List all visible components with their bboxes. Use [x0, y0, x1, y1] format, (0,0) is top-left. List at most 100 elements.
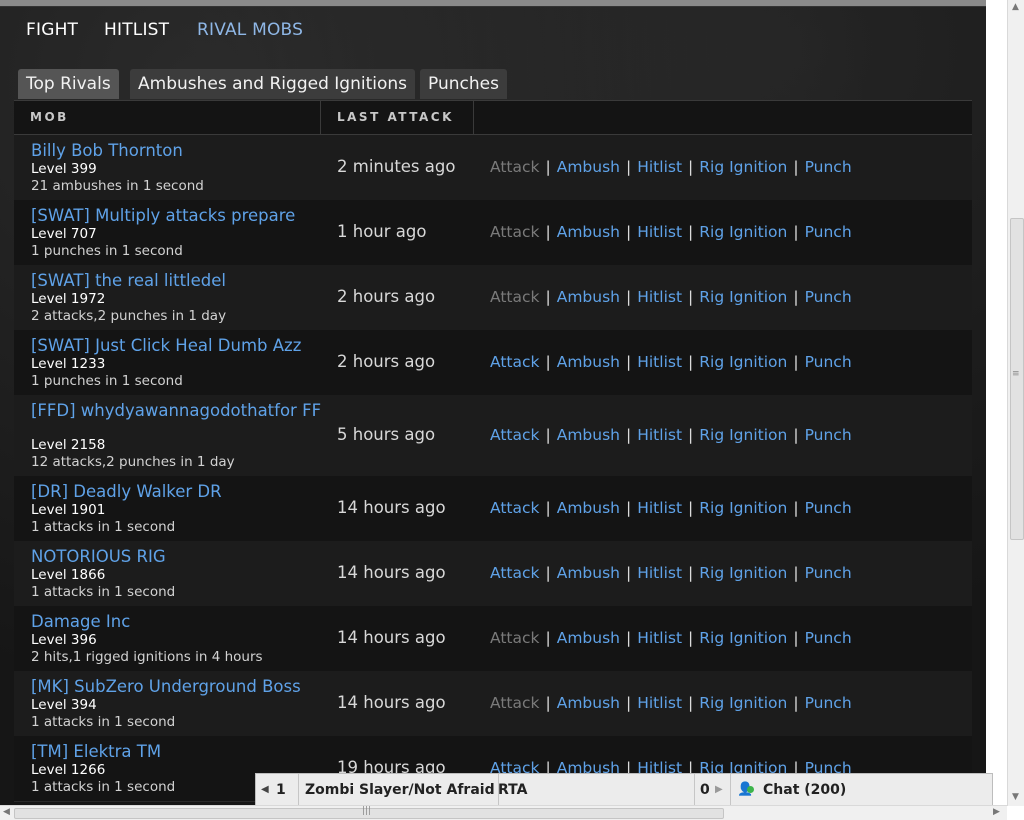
punch-link[interactable]: Punch [805, 499, 852, 517]
action-separator: | [625, 499, 632, 517]
left-arrow-icon[interactable]: ◀ [261, 774, 269, 806]
page-count: 1 [276, 782, 286, 798]
game-window: FIGHT HITLIST RIVAL MOBS Top Rivals Ambu… [0, 0, 986, 805]
mob-fight-stats: 1 punches in 1 second [31, 373, 183, 389]
mob-fight-stats: 12 attacks,2 punches in 1 day [31, 454, 235, 470]
mob-name-link[interactable]: [FFD] whydyawannagodothatfor FF [31, 402, 323, 420]
attack-link: Attack [490, 629, 540, 647]
action-separator: | [793, 426, 799, 444]
action-separator: | [545, 288, 551, 306]
punch-link[interactable]: Punch [805, 288, 852, 306]
hitlist-link[interactable]: Hitlist [637, 564, 682, 582]
mob-level: Level 1972 [31, 291, 106, 307]
mob-name-link[interactable]: Damage Inc [31, 613, 323, 631]
tab-punches[interactable]: Punches [420, 69, 507, 99]
action-separator: | [793, 223, 799, 241]
hitlist-link[interactable]: Hitlist [637, 426, 682, 444]
mob-fight-stats: 21 ambushes in 1 second [31, 178, 204, 194]
nav-rival-mobs[interactable]: RIVAL MOBS [197, 20, 303, 40]
mob-name-link[interactable]: [MK] SubZero Underground Boss [31, 678, 323, 696]
ambush-link[interactable]: Ambush [557, 426, 620, 444]
tab-top-rivals[interactable]: Top Rivals [18, 69, 119, 99]
scroll-down-icon[interactable]: ▼ [1012, 792, 1019, 802]
ambush-link[interactable]: Ambush [557, 158, 620, 176]
ambush-link[interactable]: Ambush [557, 353, 620, 371]
table-row: [DR] Deadly Walker DR Level 1901 1 attacks… [14, 476, 972, 542]
rig-ignition-link[interactable]: Rig Ignition [699, 629, 787, 647]
tab-ambushes-rigged-ignitions[interactable]: Ambushes and Rigged Ignitions [130, 69, 415, 99]
rig-ignition-link[interactable]: Rig Ignition [699, 288, 787, 306]
rig-ignition-link[interactable]: Rig Ignition [699, 158, 787, 176]
chat-tag[interactable]: RTA [492, 774, 695, 806]
rig-ignition-link[interactable]: Rig Ignition [699, 499, 787, 517]
action-separator: | [625, 564, 632, 582]
ambush-link[interactable]: Ambush [557, 288, 620, 306]
punch-link[interactable]: Punch [805, 158, 852, 176]
mob-fight-stats: 1 punches in 1 second [31, 243, 183, 259]
action-separator: | [545, 353, 551, 371]
scroll-right-icon[interactable]: ▶ [993, 807, 1000, 817]
mob-name-link[interactable]: [SWAT] the real littledel [31, 272, 323, 290]
hitlist-link[interactable]: Hitlist [637, 288, 682, 306]
mob-name-link[interactable]: [TM] Elektra TM [31, 743, 323, 761]
hitlist-link[interactable]: Hitlist [637, 223, 682, 241]
next-count: 0 [700, 782, 710, 798]
ambush-link[interactable]: Ambush [557, 564, 620, 582]
right-arrow-icon[interactable]: ▶ [715, 774, 723, 806]
punch-link[interactable]: Punch [805, 564, 852, 582]
mob-name-link[interactable]: [SWAT] Multiply attacks prepare [31, 207, 323, 225]
horizontal-scroll-thumb[interactable]: ||| [14, 806, 724, 819]
hitlist-link[interactable]: Hitlist [637, 694, 682, 712]
rig-ignition-link[interactable]: Rig Ignition [699, 694, 787, 712]
horizontal-scrollbar[interactable]: ◀ ||| ▶ [0, 805, 1007, 820]
scroll-up-icon[interactable]: ▲ [1012, 2, 1019, 12]
rig-ignition-link[interactable]: Rig Ignition [699, 353, 787, 371]
rig-ignition-link[interactable]: Rig Ignition [699, 426, 787, 444]
ambush-link[interactable]: Ambush [557, 499, 620, 517]
scroll-left-icon[interactable]: ◀ [3, 807, 10, 817]
punch-link[interactable]: Punch [805, 426, 852, 444]
last-attack-time: 1 hour ago [337, 222, 427, 241]
last-attack-time: 2 minutes ago [337, 157, 456, 176]
last-attack-time: 2 hours ago [337, 352, 436, 371]
chat-tab-pager[interactable]: ◀ 1 [256, 774, 299, 806]
attack-link[interactable]: Attack [490, 499, 539, 517]
mob-level: Level 1866 [31, 567, 106, 583]
mob-fight-stats: 1 attacks in 1 second [31, 584, 176, 600]
action-separator: | [793, 694, 799, 712]
mob-level: Level 1901 [31, 502, 106, 518]
ambush-link[interactable]: Ambush [557, 223, 620, 241]
hitlist-link[interactable]: Hitlist [637, 499, 682, 517]
punch-link[interactable]: Punch [805, 629, 852, 647]
action-separator: | [545, 694, 551, 712]
attack-link[interactable]: Attack [490, 426, 539, 444]
hitlist-link[interactable]: Hitlist [637, 353, 682, 371]
chat-button[interactable]: 👤 Chat (200) [731, 774, 991, 806]
attack-link[interactable]: Attack [490, 564, 539, 582]
hitlist-link[interactable]: Hitlist [637, 629, 682, 647]
rig-ignition-link[interactable]: Rig Ignition [699, 564, 787, 582]
chat-next-pager[interactable]: 0 ▶ [688, 774, 731, 806]
punch-link[interactable]: Punch [805, 353, 852, 371]
vertical-scrollbar[interactable]: ▲ ≡ ▼ [1007, 0, 1024, 806]
action-separator: | [625, 223, 632, 241]
punch-link[interactable]: Punch [805, 694, 852, 712]
mob-name-link[interactable]: [DR] Deadly Walker DR [31, 483, 323, 501]
ambush-link[interactable]: Ambush [557, 694, 620, 712]
chat-player-name[interactable]: Zombi Slayer/Not Afraid [299, 774, 499, 806]
mob-name-link[interactable]: Billy Bob Thornton [31, 142, 323, 160]
row-actions: Attack | Ambush | Hitlist | Rig Ignition | Punch [490, 288, 852, 306]
hitlist-link[interactable]: Hitlist [637, 158, 682, 176]
rig-ignition-link[interactable]: Rig Ignition [699, 223, 787, 241]
punch-link[interactable]: Punch [805, 223, 852, 241]
column-header-mob: MOB [30, 110, 69, 124]
attack-link[interactable]: Attack [490, 353, 539, 371]
vertical-scroll-thumb[interactable]: ≡ [1010, 218, 1024, 540]
ambush-link[interactable]: Ambush [557, 629, 620, 647]
mob-name-link[interactable]: NOTORIOUS RIG [31, 548, 323, 566]
nav-hitlist[interactable]: HITLIST [104, 20, 169, 40]
nav-fight[interactable]: FIGHT [26, 20, 78, 40]
mob-name-link[interactable]: [SWAT] Just Click Heal Dumb Azz [31, 337, 323, 355]
attack-link: Attack [490, 158, 540, 176]
action-separator: | [625, 694, 632, 712]
